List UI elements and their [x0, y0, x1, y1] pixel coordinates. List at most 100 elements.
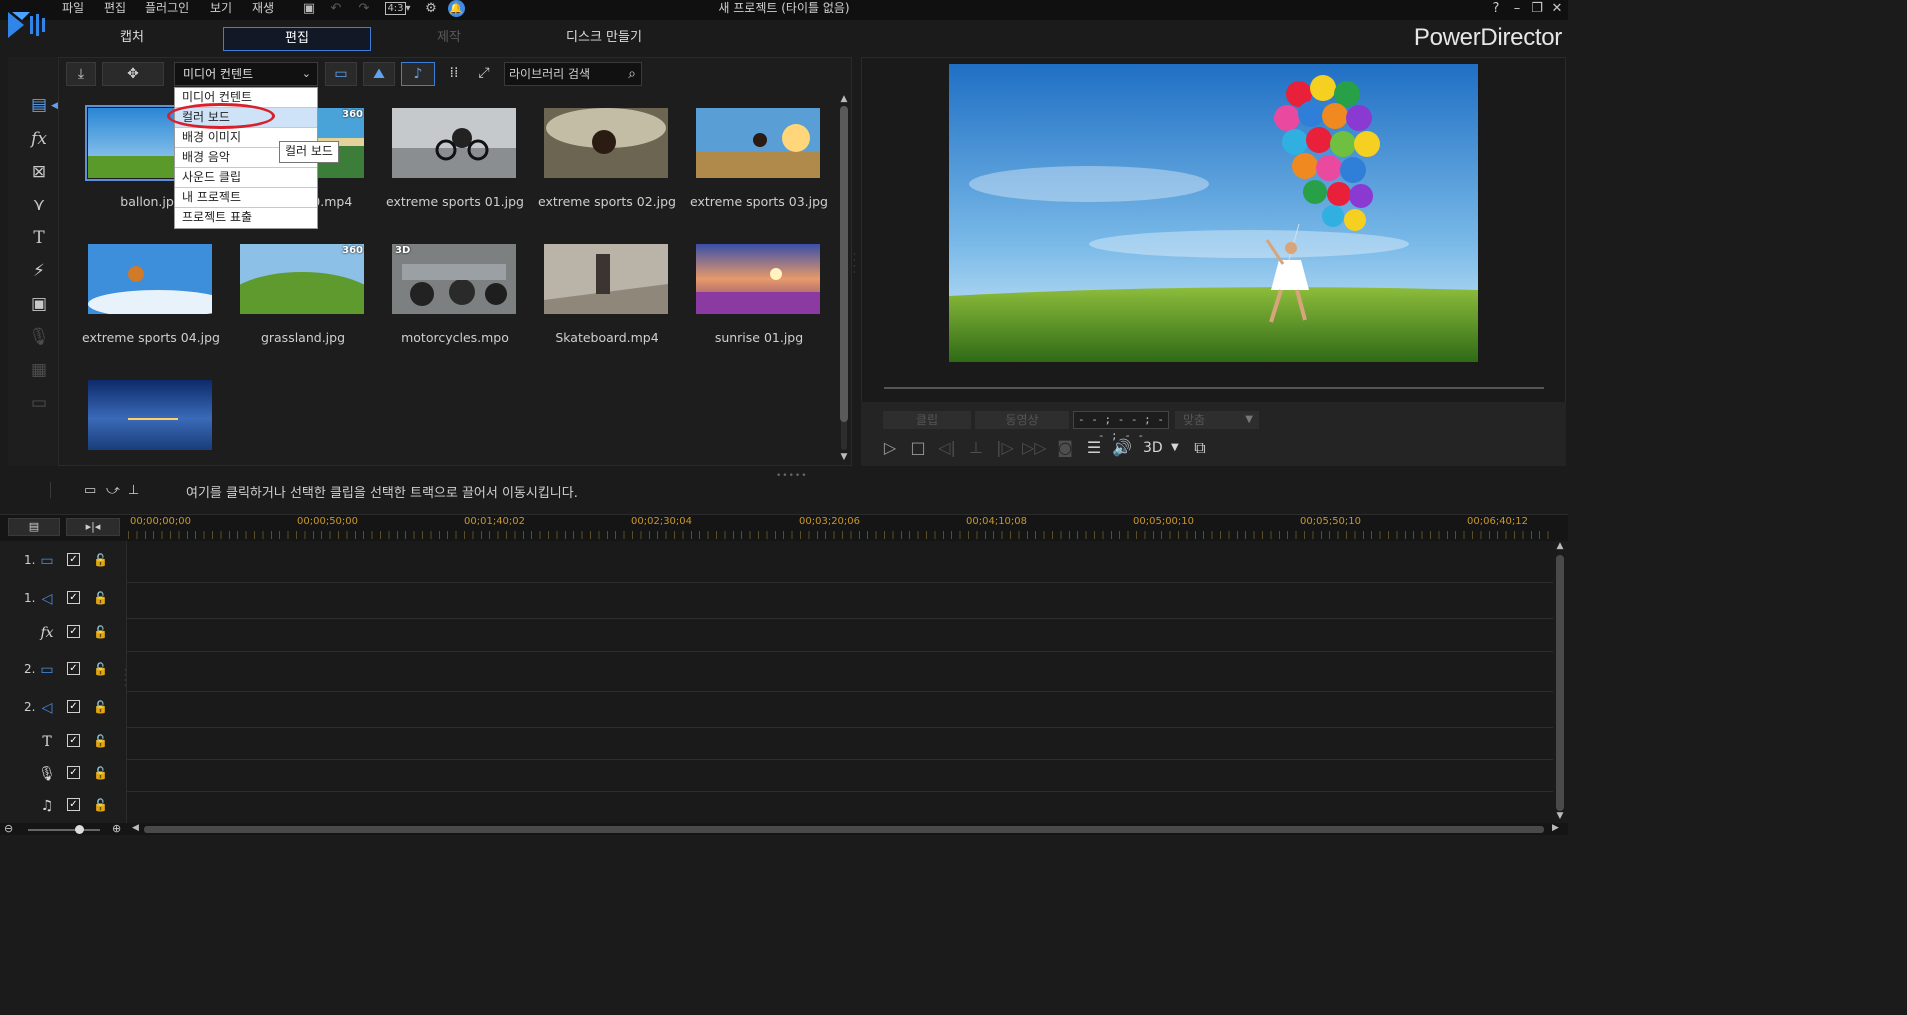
track-lane[interactable] — [127, 728, 1553, 760]
play-icon[interactable]: ▷ — [880, 438, 900, 458]
fast-forward-icon[interactable]: ▷▷ — [1022, 438, 1047, 458]
timeline-view-button[interactable]: ▤ — [8, 518, 60, 536]
effect-room-icon[interactable]: fx — [26, 127, 52, 151]
previous-frame-icon[interactable]: ◁| — [936, 438, 958, 458]
fit-timeline-button[interactable]: ▸|◂ — [66, 518, 120, 536]
tab-produce: 제작 — [437, 30, 461, 45]
ruler-label: 00;06;40;12 — [1467, 516, 1529, 527]
zoom-slider[interactable] — [28, 829, 100, 831]
track-enable-checkbox[interactable]: ✓ — [67, 734, 80, 747]
3d-mode-button[interactable]: 3D — [1143, 438, 1163, 458]
scroll-up-arrow[interactable]: ▲ — [1554, 541, 1566, 551]
track-number: 1. — [24, 553, 36, 567]
preview-progress-bar[interactable] — [884, 387, 1544, 389]
lock-icon[interactable]: 🔓 — [93, 553, 108, 567]
scroll-right-arrow[interactable]: ▶ — [1552, 823, 1559, 833]
pip-room-icon[interactable]: ⊠ — [26, 160, 52, 184]
stop-icon[interactable]: □ — [908, 438, 928, 458]
lock-icon[interactable]: 🔓 — [93, 700, 108, 714]
timeline-horizontal-scroll-thumb[interactable] — [144, 826, 1544, 833]
chevron-down-icon[interactable]: ▼ — [1171, 438, 1179, 458]
timecode-display[interactable]: - - ; - - ; - - ; - - — [1073, 411, 1169, 442]
timeline-vertical-scrollbar[interactable]: ▲ ▼ — [1554, 541, 1566, 823]
dropdown-item-sound-clip[interactable]: 사운드 클립 — [175, 168, 317, 188]
transition-room-icon[interactable]: ⚡ — [26, 259, 52, 283]
view-grid-button[interactable]: ⁞⁞ — [442, 62, 466, 86]
volume-icon[interactable]: 🔊 — [1110, 438, 1134, 458]
zoom-fit-select: 맞춤 ▼ — [1175, 411, 1259, 429]
library-filter-select[interactable]: 미디어 컨텐트 ⌄ — [174, 62, 318, 86]
lock-icon[interactable]: 🔓 — [93, 798, 108, 812]
snapshot-icon[interactable]: ◙ — [1054, 438, 1076, 458]
dropdown-item-my-project[interactable]: 내 프로젝트 — [175, 188, 317, 208]
zoom-slider-handle[interactable] — [75, 825, 84, 834]
video-filter-icon: ▭ — [334, 66, 348, 82]
import-media-button[interactable]: ⤓ — [66, 62, 96, 86]
lock-icon[interactable]: 🔓 — [93, 734, 108, 748]
undock-preview-icon[interactable]: ⧉ — [1188, 438, 1212, 458]
filter-image-button[interactable]: ⛰ — [363, 62, 395, 86]
library-scrollbar[interactable]: ▲ ▼ — [838, 94, 850, 464]
panel-splitter[interactable]: · · · · — [853, 251, 859, 277]
filter-video-button[interactable]: ▭ — [325, 62, 357, 86]
track-enable-checkbox[interactable]: ✓ — [67, 553, 80, 566]
track-enable-checkbox[interactable]: ✓ — [67, 798, 80, 811]
search-icon[interactable]: ⌕ — [628, 63, 636, 85]
image-filter-icon: ⛰ — [373, 66, 385, 82]
zoom-in-icon[interactable]: ⊕ — [112, 822, 121, 835]
storyboard-icon[interactable]: ▭ — [84, 482, 96, 500]
tab-create-disc[interactable]: 디스크 만들기 — [548, 27, 660, 49]
scroll-left-arrow[interactable]: ◀ — [132, 823, 139, 833]
split-icon[interactable]: ⊥ — [964, 438, 988, 458]
help-icon[interactable]: ? — [1486, 0, 1506, 18]
trim-icon[interactable]: ⊥ — [128, 482, 139, 500]
track-lane[interactable] — [127, 760, 1553, 792]
next-frame-icon[interactable]: |▷ — [994, 438, 1016, 458]
music-track-icon: ♫ — [40, 798, 54, 814]
zoom-out-icon[interactable]: ⊖ — [4, 822, 13, 835]
track-enable-checkbox[interactable]: ✓ — [67, 700, 80, 713]
plugins-button[interactable]: ✥ — [102, 62, 164, 86]
track-enable-checkbox[interactable]: ✓ — [67, 591, 80, 604]
track-enable-checkbox[interactable]: ✓ — [67, 766, 80, 779]
subtitle-icon[interactable]: ☰ — [1082, 438, 1106, 458]
restore-icon[interactable]: ❐ — [1527, 0, 1547, 18]
library-search-input[interactable]: 라이브러리 검색 ⌕ — [504, 62, 642, 86]
scroll-up-arrow[interactable]: ▲ — [838, 94, 850, 104]
ruler-label: 00;05;50;10 — [1300, 516, 1362, 527]
track-lane[interactable] — [127, 652, 1553, 692]
track-enable-checkbox[interactable]: ✓ — [67, 662, 80, 675]
room-strip: ▤ ◀ fx ⊠ ⋎ T ⚡ ▣ 🎙 ▦ ▭ — [8, 57, 59, 466]
track-lane[interactable] — [127, 583, 1553, 619]
dropdown-item-project-display[interactable]: 프로젝트 표출 — [175, 208, 317, 228]
filter-audio-button[interactable]: ♪ — [401, 62, 435, 86]
minimize-icon[interactable]: – — [1507, 0, 1527, 18]
scroll-down-arrow[interactable]: ▼ — [1554, 811, 1566, 821]
title-room-icon[interactable]: T — [26, 226, 52, 250]
tab-edit[interactable]: 편집 — [223, 27, 371, 51]
scroll-down-arrow[interactable]: ▼ — [838, 452, 850, 462]
media-thumbnail — [392, 108, 516, 178]
track-area[interactable] — [127, 541, 1553, 823]
ruler-label: 00;05;00;10 — [1133, 516, 1195, 527]
media-room-icon[interactable]: ▤ — [26, 93, 52, 117]
audio-mixing-room-icon[interactable]: ▣ — [26, 292, 52, 316]
track-lane[interactable] — [127, 541, 1553, 583]
expand-library-button[interactable]: ⤢ — [472, 62, 496, 86]
lock-icon[interactable]: 🔓 — [93, 625, 108, 639]
track-lane[interactable] — [127, 619, 1553, 652]
close-icon[interactable]: ✕ — [1547, 0, 1567, 18]
insert-mode-icon[interactable]: ⤻ — [106, 482, 120, 500]
lock-icon[interactable]: 🔓 — [93, 662, 108, 676]
lock-icon[interactable]: 🔓 — [93, 591, 108, 605]
lock-icon[interactable]: 🔓 — [93, 766, 108, 780]
title-track-icon: T — [42, 734, 52, 750]
tab-capture[interactable]: 캡처 — [84, 27, 180, 49]
track-lane[interactable] — [127, 792, 1553, 823]
particle-room-icon[interactable]: ⋎ — [26, 193, 52, 217]
scroll-thumb[interactable] — [840, 106, 848, 422]
track-enable-checkbox[interactable]: ✓ — [67, 625, 80, 638]
track-lane[interactable] — [127, 692, 1553, 728]
track-header-splitter[interactable]: · · · · — [124, 667, 127, 690]
scroll-thumb[interactable] — [1556, 555, 1564, 811]
